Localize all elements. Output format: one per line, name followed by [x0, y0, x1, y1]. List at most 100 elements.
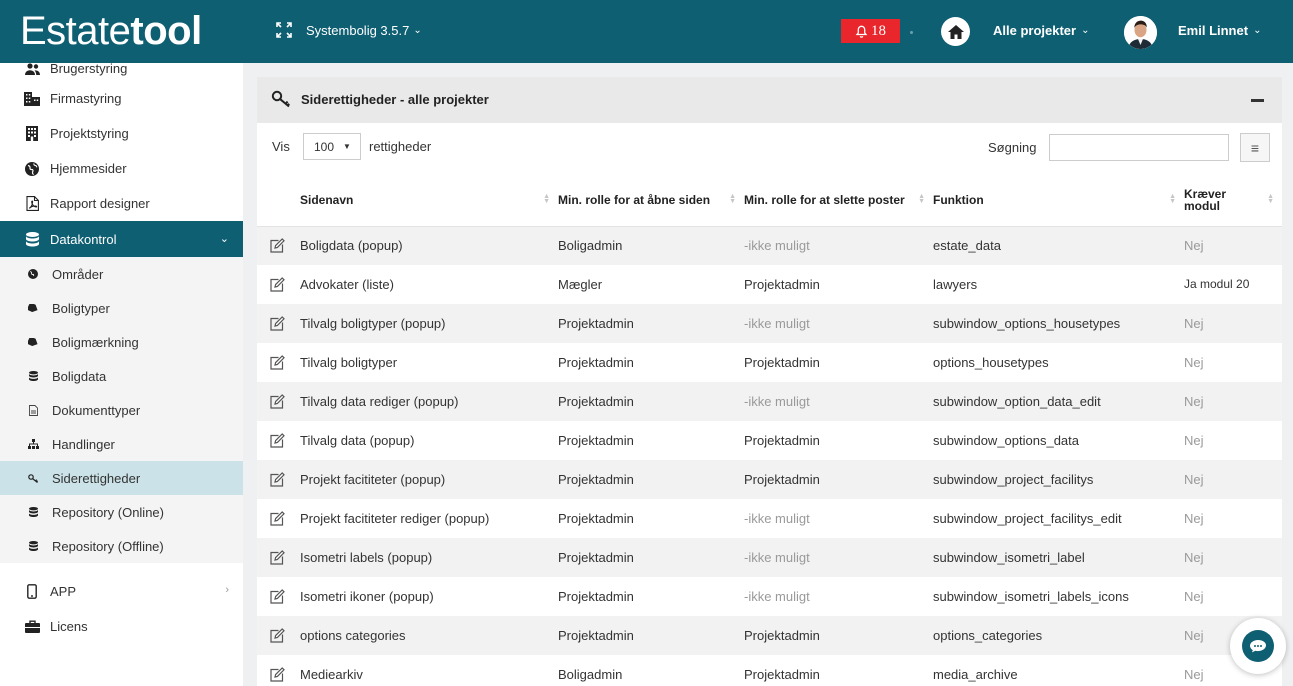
sidebar-sub-item-omraader[interactable]: Områder — [0, 257, 243, 291]
avatar[interactable] — [1124, 16, 1157, 49]
sidebar-sub-item-label: Dokumenttyper — [52, 402, 141, 418]
sidebar: Brugerstyring Firmastyring Projektstyrin… — [0, 63, 243, 686]
chevron-down-icon: ⌄ — [1253, 25, 1262, 36]
search-input[interactable] — [1049, 134, 1229, 161]
show-label: Vis — [272, 139, 290, 154]
projects-dropdown[interactable]: Alle projekter ⌄ — [993, 23, 1089, 38]
sidebar-sub-item-boligdata[interactable]: Boligdata — [0, 359, 243, 393]
cell-function: subwindow_isometri_labels_icons — [933, 577, 1184, 616]
cell-function: subwindow_project_facilitys_edit — [933, 499, 1184, 538]
cell-min-role-delete: Projektadmin — [744, 616, 933, 655]
pdf-icon — [24, 196, 40, 212]
edit-button[interactable] — [257, 343, 300, 382]
globe-small-icon — [27, 269, 39, 279]
cell-function: options_housetypes — [933, 343, 1184, 382]
edit-button[interactable] — [257, 538, 300, 577]
cell-function: lawyers — [933, 265, 1184, 304]
table-row: Advokater (liste) Mægler Projektadmin lawye… — [257, 265, 1282, 304]
sidebar-item-hjemmesider[interactable]: Hjemmesider — [0, 151, 243, 186]
notification-count: 18 — [871, 22, 886, 39]
cell-requires-module: Nej — [1184, 343, 1282, 382]
header-page-name[interactable]: Sidenavn ▲ ▼ — [300, 174, 558, 227]
tag-icon — [27, 338, 39, 346]
user-dropdown[interactable]: Emil Linnet ⌄ — [1178, 23, 1261, 38]
edit-button[interactable] — [257, 226, 300, 265]
cell-min-role-delete: -ikke muligt — [744, 538, 933, 577]
notifications-button[interactable]: 18 — [841, 19, 900, 43]
cell-page-name: Isometri labels (popup) — [300, 538, 558, 577]
chevron-down-icon: ⌄ — [413, 25, 422, 36]
sidebar-item-datakontrol[interactable]: Datakontrol ⌄ — [0, 221, 243, 257]
sidebar-item-firmastyring[interactable]: Firmastyring — [0, 81, 243, 116]
page-size-select[interactable]: 100 ▼ — [303, 133, 361, 160]
sidebar-sub-item-repository-offline[interactable]: Repository (Offline) — [0, 529, 243, 563]
edit-icon — [269, 237, 300, 254]
top-bar: Estatetool Systembolig 3.5.7 ⌄ 18 Alle p… — [0, 0, 1293, 63]
cell-page-name: Projekt facititeter rediger (popup) — [300, 499, 558, 538]
panel-header: Siderettigheder - alle projekter — [257, 77, 1282, 123]
edit-icon — [269, 549, 300, 566]
cell-min-role-delete: Projektadmin — [744, 343, 933, 382]
cell-requires-module: Nej — [1184, 421, 1282, 460]
cell-function: subwindow_isometri_label — [933, 538, 1184, 577]
sidebar-sub-item-boligtyper[interactable]: Boligtyper — [0, 291, 243, 325]
columns-menu-button[interactable]: ≡ — [1240, 133, 1270, 162]
version-dropdown[interactable]: Systembolig 3.5.7 ⌄ — [306, 23, 422, 38]
cell-min-role-delete: -ikke muligt — [744, 382, 933, 421]
edit-button[interactable] — [257, 499, 300, 538]
cell-requires-module: Nej — [1184, 499, 1282, 538]
header-min-role-delete[interactable]: Min. rolle for at slette poster ▲ ▼ — [744, 174, 933, 227]
edit-button[interactable] — [257, 304, 300, 343]
sidebar-item-rapport-designer[interactable]: Rapport designer — [0, 186, 243, 221]
collapse-button[interactable] — [1251, 99, 1264, 102]
edit-icon — [269, 627, 300, 644]
sidebar-sub-item-repository-online[interactable]: Repository (Online) — [0, 495, 243, 529]
edit-button[interactable] — [257, 382, 300, 421]
sidebar-item-label: Projektstyring — [50, 126, 129, 141]
sidebar-sub-item-boligmaerkning[interactable]: Boligmærkning — [0, 325, 243, 359]
menu-icon: ≡ — [1250, 139, 1260, 156]
cell-min-role-delete: Projektadmin — [744, 460, 933, 499]
cell-page-name: Tilvalg boligtyper (popup) — [300, 304, 558, 343]
edit-button[interactable] — [257, 577, 300, 616]
sort-icon: ▲ ▼ — [918, 193, 925, 205]
home-button[interactable] — [941, 17, 970, 46]
cell-min-role-open: Projektadmin — [558, 499, 744, 538]
header-function[interactable]: Funktion ▲ ▼ — [933, 174, 1184, 227]
sidebar-item-app[interactable]: APP › — [0, 574, 243, 609]
sidebar-sub-item-dokumenttyper[interactable]: Dokumenttyper — [0, 393, 243, 427]
cell-min-role-delete: Projektadmin — [744, 265, 933, 304]
page-rights-panel: Siderettigheder - alle projekter Vis 100… — [257, 77, 1282, 686]
edit-button[interactable] — [257, 616, 300, 655]
edit-button[interactable] — [257, 655, 300, 686]
sidebar-item-projektstyring[interactable]: Projektstyring — [0, 116, 243, 151]
sidebar-sub-item-label: Repository (Online) — [52, 504, 164, 520]
cell-min-role-open: Projektadmin — [558, 382, 744, 421]
brand[interactable]: Estatetool — [0, 0, 243, 63]
header-requires-module[interactable]: Kræver modul ▲ ▼ — [1184, 174, 1282, 227]
sidebar-sub-item-label: Boligdata — [52, 368, 107, 384]
sidebar-sub-item-handlinger[interactable]: Handlinger — [0, 427, 243, 461]
cell-requires-module: Nej — [1184, 460, 1282, 499]
sidebar-sub-item-siderettigheder[interactable]: Siderettigheder — [0, 461, 243, 495]
edit-icon — [269, 393, 300, 410]
expand-icon[interactable] — [276, 22, 292, 40]
table-row: Isometri labels (popup) Projektadmin -ikke… — [257, 538, 1282, 577]
chevron-right-icon: › — [225, 584, 229, 596]
cell-page-name: Tilvalg data rediger (popup) — [300, 382, 558, 421]
bell-icon — [855, 25, 868, 38]
chat-button[interactable] — [1230, 618, 1286, 674]
edit-button[interactable] — [257, 265, 300, 304]
projects-label: Alle projekter — [993, 23, 1077, 38]
edit-button[interactable] — [257, 460, 300, 499]
sidebar-item-licens[interactable]: Licens — [0, 609, 243, 644]
edit-button[interactable] — [257, 421, 300, 460]
sort-icon: ▲ ▼ — [1169, 193, 1176, 205]
table-row: Mediearkiv Boligadmin Projektadmin media_ar… — [257, 655, 1282, 686]
cell-page-name: options categories — [300, 616, 558, 655]
database-icon — [27, 507, 39, 517]
caret-down-icon: ▼ — [343, 142, 351, 151]
database-icon — [24, 231, 40, 247]
cell-page-name: Isometri ikoner (popup) — [300, 577, 558, 616]
header-min-role-open[interactable]: Min. rolle for at åbne siden ▲ ▼ — [558, 174, 744, 227]
